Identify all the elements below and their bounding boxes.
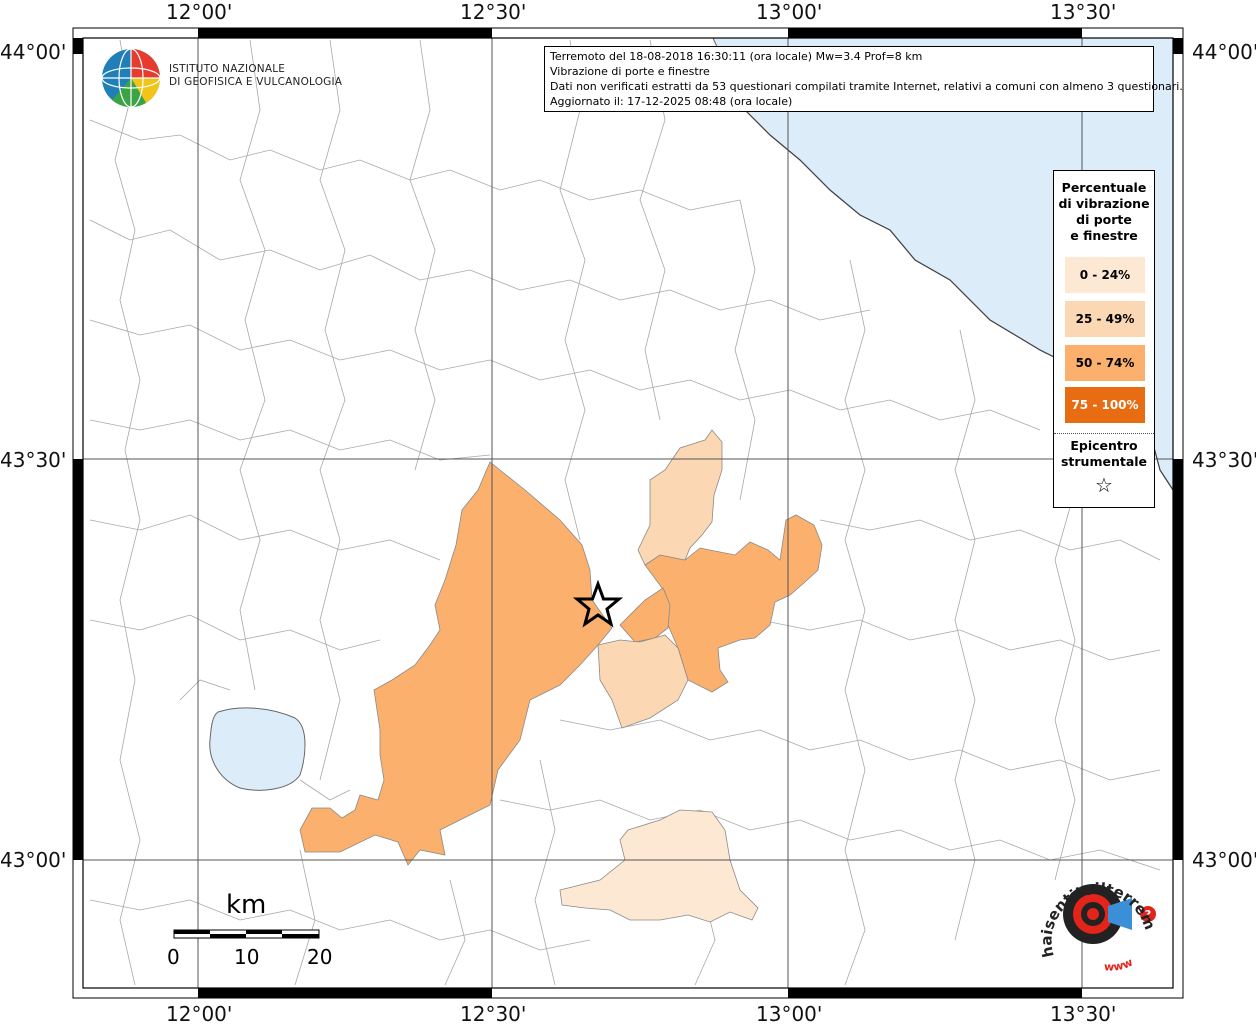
lon-label-bottom-4: 13°30': [1050, 1002, 1117, 1026]
scale-unit-label: km: [226, 890, 267, 920]
event-info-box: Terremoto del 18-08-2018 16:30:11 (ora l…: [544, 46, 1183, 112]
lat-label-right-1: 44°00': [1192, 40, 1256, 64]
legend-item-50-74: 50 - 74%: [1065, 345, 1145, 381]
ingv-logo-text: ISTITUTO NAZIONALE DI GEOFISICA E VULCAN…: [169, 63, 342, 89]
lon-label-top-1: 12°00': [166, 0, 233, 24]
legend-title-line-2: di vibrazione: [1058, 196, 1150, 211]
lat-label-left-3: 43°00': [0, 848, 67, 872]
event-info-line-4: Aggiornato il: 17-12-2025 08:48 (ora loc…: [550, 95, 793, 108]
scale-tick-0: 0: [167, 945, 180, 969]
ingv-line-2: DI GEOFISICA E VULCANOLOGIA: [169, 76, 343, 88]
lat-label-right-3: 43°00': [1192, 848, 1256, 872]
legend-star-icon: ☆: [1095, 473, 1113, 497]
lon-label-top-3: 13°00': [756, 0, 823, 24]
legend-item-0-24: 0 - 24%: [1065, 257, 1145, 293]
ingv-line-1: ISTITUTO NAZIONALE: [169, 63, 286, 75]
lat-label-left-2: 43°30': [0, 448, 67, 472]
legend-title-line-1: Percentuale: [1061, 180, 1147, 195]
legend-item-75-100: 75 - 100%: [1065, 387, 1145, 423]
haisentito-text: haisentitoilterremoto.it: [1034, 866, 1159, 959]
legend: Percentuale di vibrazione di porte e fin…: [1053, 170, 1155, 508]
lake-trasimeno: [209, 707, 306, 791]
legend-item-25-49: 25 - 49%: [1065, 301, 1145, 337]
scale-tick-10: 10: [234, 945, 260, 969]
haisentito-url: www: [1104, 956, 1135, 974]
legend-epicenter-line-1: Epicentro: [1070, 438, 1138, 453]
scale-bar: [173, 929, 320, 939]
event-info-line-2: Vibrazione di porte e finestre: [550, 65, 710, 78]
lon-label-bottom-1: 12°00': [166, 1002, 233, 1026]
lat-label-right-2: 43°30': [1192, 448, 1256, 472]
legend-title-line-4: e finestre: [1070, 228, 1138, 243]
legend-title-line-3: di porte: [1076, 212, 1132, 227]
lon-label-bottom-2: 12°30': [460, 1002, 527, 1026]
legend-epicenter-label: Epicentro strumentale: [1054, 438, 1154, 470]
event-info-line-1: Terremoto del 18-08-2018 16:30:11 (ora l…: [550, 50, 923, 63]
legend-title: Percentuale di vibrazione di porte e fin…: [1054, 171, 1154, 244]
lat-label-left-1: 44°00': [0, 40, 67, 64]
ingv-logo-icon: [101, 48, 161, 108]
lon-label-top-4: 13°30': [1050, 0, 1117, 24]
legend-epicenter-line-2: strumentale: [1060, 454, 1148, 469]
scale-tick-20: 20: [307, 945, 333, 969]
lon-label-bottom-3: 13°00': [756, 1002, 823, 1026]
lon-label-top-2: 12°30': [460, 0, 527, 24]
event-info-line-3: Dati non verificati estratti da 53 quest…: [550, 80, 1183, 93]
haisentito-watermark: haisentitoilterremoto.it www: [1034, 866, 1159, 974]
legend-separator: [1054, 433, 1154, 434]
